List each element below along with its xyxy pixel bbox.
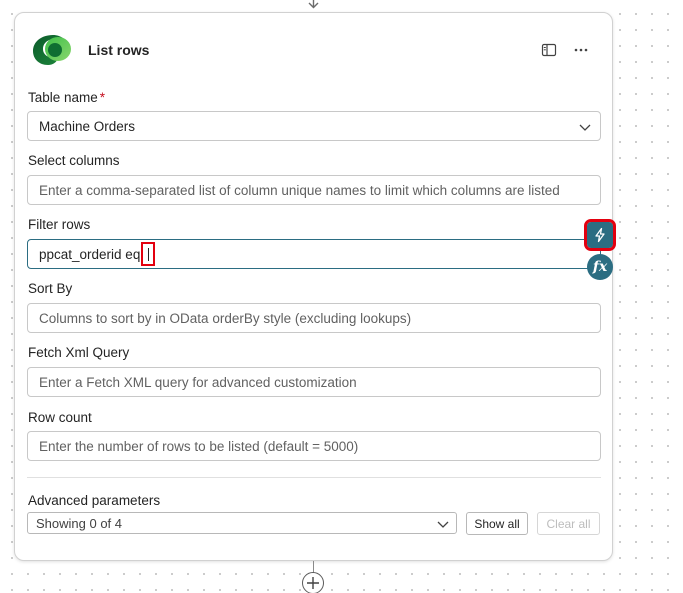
filter-rows-label: Filter rows	[28, 217, 91, 232]
row-count-label: Row count	[28, 410, 92, 425]
table-name-dropdown[interactable]: Machine Orders	[27, 111, 601, 141]
arrow-down-icon	[308, 0, 319, 9]
advanced-parameters-value: Showing 0 of 4	[36, 515, 123, 531]
table-name-label: Table name *	[28, 90, 105, 105]
row-count-input[interactable]: Enter the number of rows to be listed (d…	[27, 431, 601, 461]
filter-rows-value: ppcat_orderid eq	[39, 246, 141, 262]
expression-button[interactable]: fx	[587, 254, 613, 280]
chevron-down-icon	[437, 521, 449, 528]
fetch-xml-placeholder: Enter a Fetch XML query for advanced cus…	[39, 374, 357, 390]
more-options-icon[interactable]	[570, 39, 592, 61]
fx-icon: fx	[592, 259, 608, 275]
chevron-down-icon	[579, 124, 591, 131]
list-rows-card: List rows Table name * Machine Orders Sel…	[14, 12, 613, 561]
advanced-parameters-label: Advanced parameters	[28, 493, 161, 508]
fetch-xml-input[interactable]: Enter a Fetch XML query for advanced cus…	[27, 367, 601, 397]
clear-all-button[interactable]: Clear all	[537, 512, 600, 535]
required-mark: *	[99, 90, 106, 105]
sort-by-label: Sort By	[28, 281, 73, 296]
dataverse-logo-icon	[33, 35, 71, 65]
select-columns-label: Select columns	[28, 153, 120, 168]
table-name-label-text: Table name	[28, 90, 98, 105]
text-cursor-highlight	[141, 242, 156, 266]
select-columns-input[interactable]: Enter a comma-separated list of column u…	[27, 175, 601, 205]
section-divider	[27, 477, 601, 478]
sort-by-input[interactable]: Columns to sort by in OData orderBy styl…	[27, 303, 601, 333]
panel-icon[interactable]	[538, 39, 560, 61]
add-step-button[interactable]	[302, 572, 324, 593]
show-all-button[interactable]: Show all	[466, 512, 528, 535]
filter-rows-input[interactable]: ppcat_orderid eq	[27, 239, 601, 269]
plus-icon	[307, 577, 319, 589]
dynamic-content-button[interactable]	[584, 219, 616, 251]
card-title: List rows	[88, 42, 150, 58]
lightning-icon	[595, 227, 605, 243]
advanced-parameters-dropdown[interactable]: Showing 0 of 4	[27, 512, 457, 534]
select-columns-placeholder: Enter a comma-separated list of column u…	[39, 182, 560, 198]
row-count-placeholder: Enter the number of rows to be listed (d…	[39, 438, 359, 454]
table-name-value: Machine Orders	[39, 118, 136, 134]
sort-by-placeholder: Columns to sort by in OData orderBy styl…	[39, 310, 412, 326]
fetch-xml-label: Fetch Xml Query	[28, 345, 130, 360]
